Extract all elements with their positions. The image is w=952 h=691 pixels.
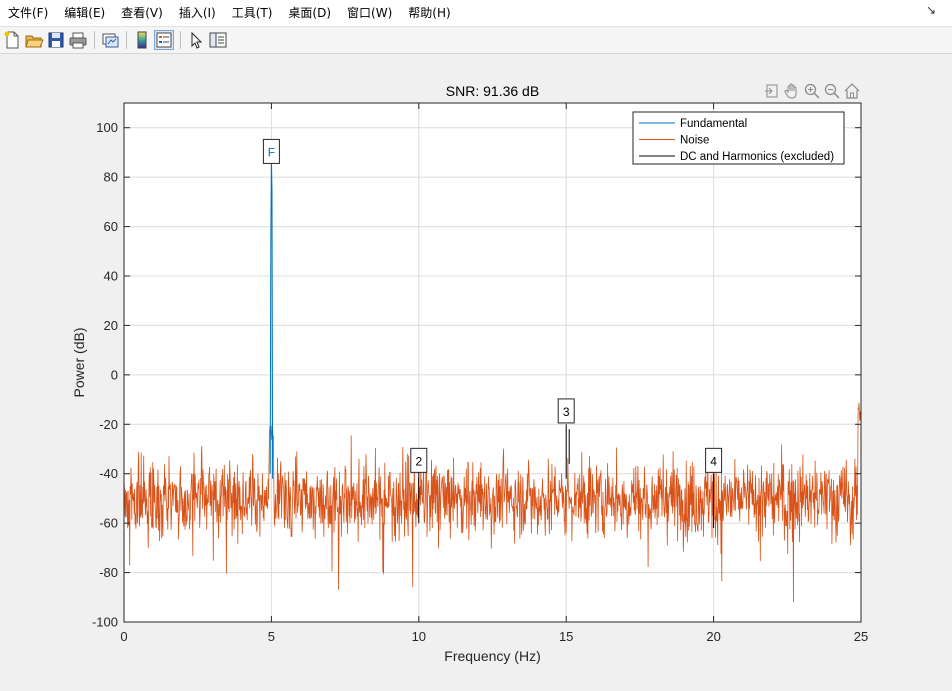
y-axis-label: Power (dB) [71, 327, 87, 397]
menu-help[interactable]: 帮助(H) [400, 0, 458, 26]
toolbar-separator [180, 31, 181, 49]
print-icon[interactable] [68, 30, 88, 50]
menu-tools[interactable]: 工具(T) [224, 0, 281, 26]
pointer-icon[interactable] [186, 30, 206, 50]
legend-label: DC and Harmonics (excluded) [680, 151, 834, 163]
x-tick-label: 0 [120, 629, 127, 644]
property-inspector-icon[interactable] [208, 30, 228, 50]
y-tick-label: -20 [99, 417, 118, 432]
y-tick-label: -100 [92, 615, 118, 630]
menu-edit[interactable]: 编辑(E) [56, 0, 113, 26]
snr-chart: 0 5 10 15 20 25 -100 -80 -60 -40 -20 0 20 40 60 80 100 F… [71, 83, 868, 664]
y-tick-label: 40 [104, 269, 118, 284]
axes-background [124, 103, 861, 622]
x-axis-label: Frequency (Hz) [444, 648, 540, 664]
y-tick-label: -40 [99, 466, 118, 481]
menu-window[interactable]: 窗口(W) [339, 0, 400, 26]
legend-label: Noise [680, 135, 709, 147]
save-icon[interactable] [46, 30, 66, 50]
toolbar-separator [126, 31, 127, 49]
toolbar-separator [94, 31, 95, 49]
legend-icon[interactable] [154, 30, 174, 50]
legend-label: Fundamental [680, 118, 747, 130]
peak-label: 4 [710, 454, 717, 468]
y-tick-label: 100 [96, 120, 118, 135]
undock-arrow-icon[interactable]: ↘ [926, 3, 936, 17]
peak-label: 2 [415, 454, 422, 468]
y-tick-label: 60 [104, 219, 118, 234]
legend: Fundamental Noise DC and Harmonics (exclud… [632, 111, 845, 165]
peak-label: 3 [563, 405, 570, 419]
menu-file[interactable]: 文件(F) [0, 0, 56, 26]
y-tick-label: 0 [111, 367, 118, 382]
link-plot-icon[interactable] [100, 30, 120, 50]
menu-desktop[interactable]: 桌面(D) [280, 0, 339, 26]
y-tick-label: 20 [104, 318, 118, 333]
y-tick-label: -60 [99, 516, 118, 531]
colorbar-icon[interactable] [132, 30, 152, 50]
y-tick-label: -80 [99, 565, 118, 580]
x-tick-label: 25 [854, 629, 868, 644]
chart-title: SNR: 91.36 dB [446, 83, 539, 99]
menubar: 文件(F) 编辑(E) 查看(V) 插入(I) 工具(T) 桌面(D) 窗口(W… [0, 0, 952, 27]
x-tick-label: 10 [412, 629, 426, 644]
menu-view[interactable]: 查看(V) [113, 0, 171, 26]
toolbar [0, 27, 952, 54]
menu-insert[interactable]: 插入(I) [171, 0, 224, 26]
x-tick-label: 5 [268, 629, 275, 644]
x-tick-label: 15 [559, 629, 573, 644]
open-file-icon[interactable] [24, 30, 44, 50]
new-figure-icon[interactable] [2, 30, 22, 50]
x-tick-label: 20 [706, 629, 720, 644]
y-tick-label: 80 [104, 170, 118, 185]
peak-label: F [268, 145, 275, 159]
figure-window: 0 5 10 15 20 25 -100 -80 -60 -40 -20 0 20 40 60 80 100 F… [0, 54, 952, 691]
